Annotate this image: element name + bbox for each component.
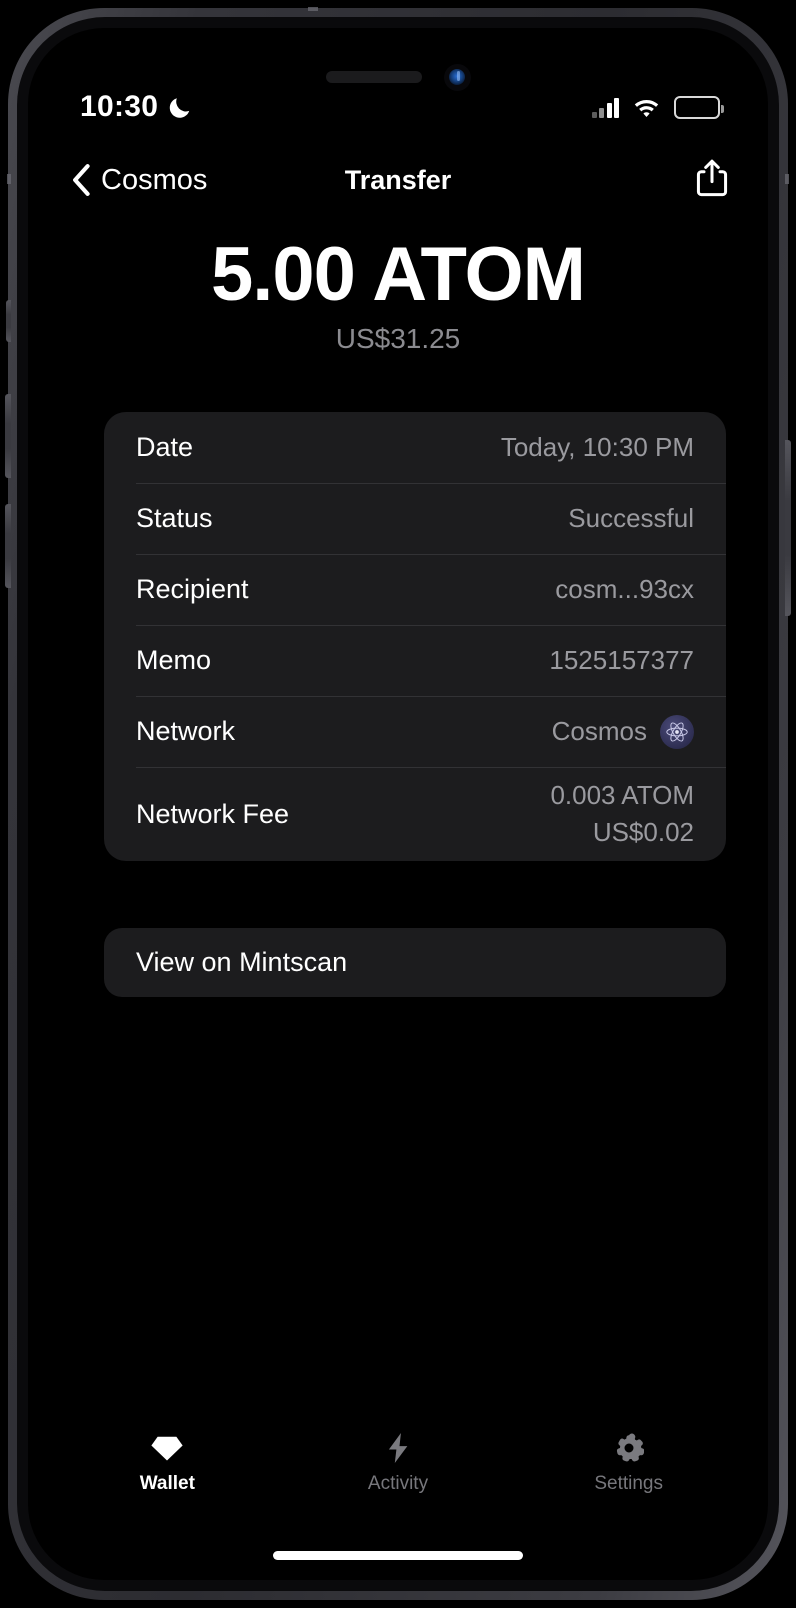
view-on-explorer-button[interactable]: View on Mintscan (104, 928, 726, 997)
cellular-bars-icon (591, 97, 619, 118)
back-button-label: Cosmos (101, 163, 208, 196)
phone-screen: 10:30 Cosmos Transfer 5.00 ATOM US$31.25… (28, 28, 768, 1580)
antenna-line (785, 174, 789, 184)
status-badge: Successful (568, 503, 694, 533)
row-label: Memo (136, 645, 212, 675)
power-button[interactable] (785, 440, 791, 616)
navigation-bar: Cosmos Transfer (28, 148, 768, 212)
amount-summary: 5.00 ATOM US$31.25 (28, 232, 768, 355)
row-label: Recipient (136, 574, 249, 604)
row-label: Network (136, 716, 236, 746)
view-on-explorer-label: View on Mintscan (136, 947, 348, 977)
tab-activity[interactable]: Activity (283, 1432, 514, 1495)
chevron-left-icon (73, 164, 90, 196)
tab-wallet[interactable]: Wallet (52, 1432, 283, 1495)
row-value: Cosmos (551, 716, 647, 746)
table-row-network: Network Cosmos (104, 696, 726, 767)
row-value-group: Cosmos (551, 714, 694, 749)
row-value: 1525157377 (549, 645, 694, 675)
bottom-tab-bar: Wallet Activity Settings (28, 1432, 768, 1518)
home-indicator[interactable] (273, 1551, 523, 1560)
row-value-crypto: 0.003 ATOM (550, 780, 694, 810)
crescent-moon-icon (170, 98, 190, 118)
row-value: Today, 10:30 PM (500, 432, 694, 462)
table-row-recipient[interactable]: Recipient cosm...93cx (104, 554, 726, 625)
bolt-icon (384, 1432, 412, 1464)
wifi-icon (634, 99, 659, 117)
cosmos-atom-icon (660, 714, 694, 749)
table-row-memo: Memo 1525157377 (104, 625, 726, 696)
mute-switch[interactable] (6, 300, 11, 342)
tab-label: Wallet (139, 1473, 195, 1494)
front-camera-icon (443, 63, 471, 91)
row-label: Status (136, 503, 213, 533)
status-bar-left: 10:30 (80, 90, 193, 124)
amount-primary: 5.00 ATOM (211, 232, 586, 317)
phone-frame: 10:30 Cosmos Transfer 5.00 ATOM US$31.25… (5, 7, 791, 1600)
back-button[interactable]: Cosmos (70, 163, 207, 197)
volume-down-button[interactable] (5, 504, 11, 588)
tab-settings[interactable]: Settings (513, 1432, 744, 1495)
share-button[interactable] (694, 158, 730, 203)
status-time: 10:30 (80, 90, 159, 123)
table-row-network-fee: Network Fee 0.003 ATOM US$0.02 (104, 767, 726, 861)
row-label: Network Fee (136, 798, 290, 829)
antenna-line (7, 174, 11, 184)
transaction-details-card: Date Today, 10:30 PM Status Successful R… (104, 412, 726, 861)
table-row-status: Status Successful (104, 483, 726, 554)
gear-icon (614, 1432, 644, 1464)
status-bar-right (591, 95, 724, 119)
diamond-icon (150, 1432, 184, 1464)
sensor-housing (28, 62, 768, 92)
table-row-date: Date Today, 10:30 PM (104, 412, 726, 483)
row-value-group: 0.003 ATOM US$0.02 (550, 780, 694, 848)
row-label: Date (136, 432, 194, 462)
amount-fiat: US$31.25 (335, 323, 461, 355)
share-icon (696, 159, 728, 196)
row-value-fiat: US$0.02 (592, 817, 694, 847)
tab-label: Activity (367, 1473, 429, 1494)
antenna-line (308, 7, 318, 11)
earpiece-speaker-icon (325, 71, 422, 83)
battery-full-icon (674, 95, 724, 119)
volume-up-button[interactable] (5, 394, 11, 478)
row-value: cosm...93cx (555, 574, 694, 604)
tab-label: Settings (594, 1473, 663, 1494)
